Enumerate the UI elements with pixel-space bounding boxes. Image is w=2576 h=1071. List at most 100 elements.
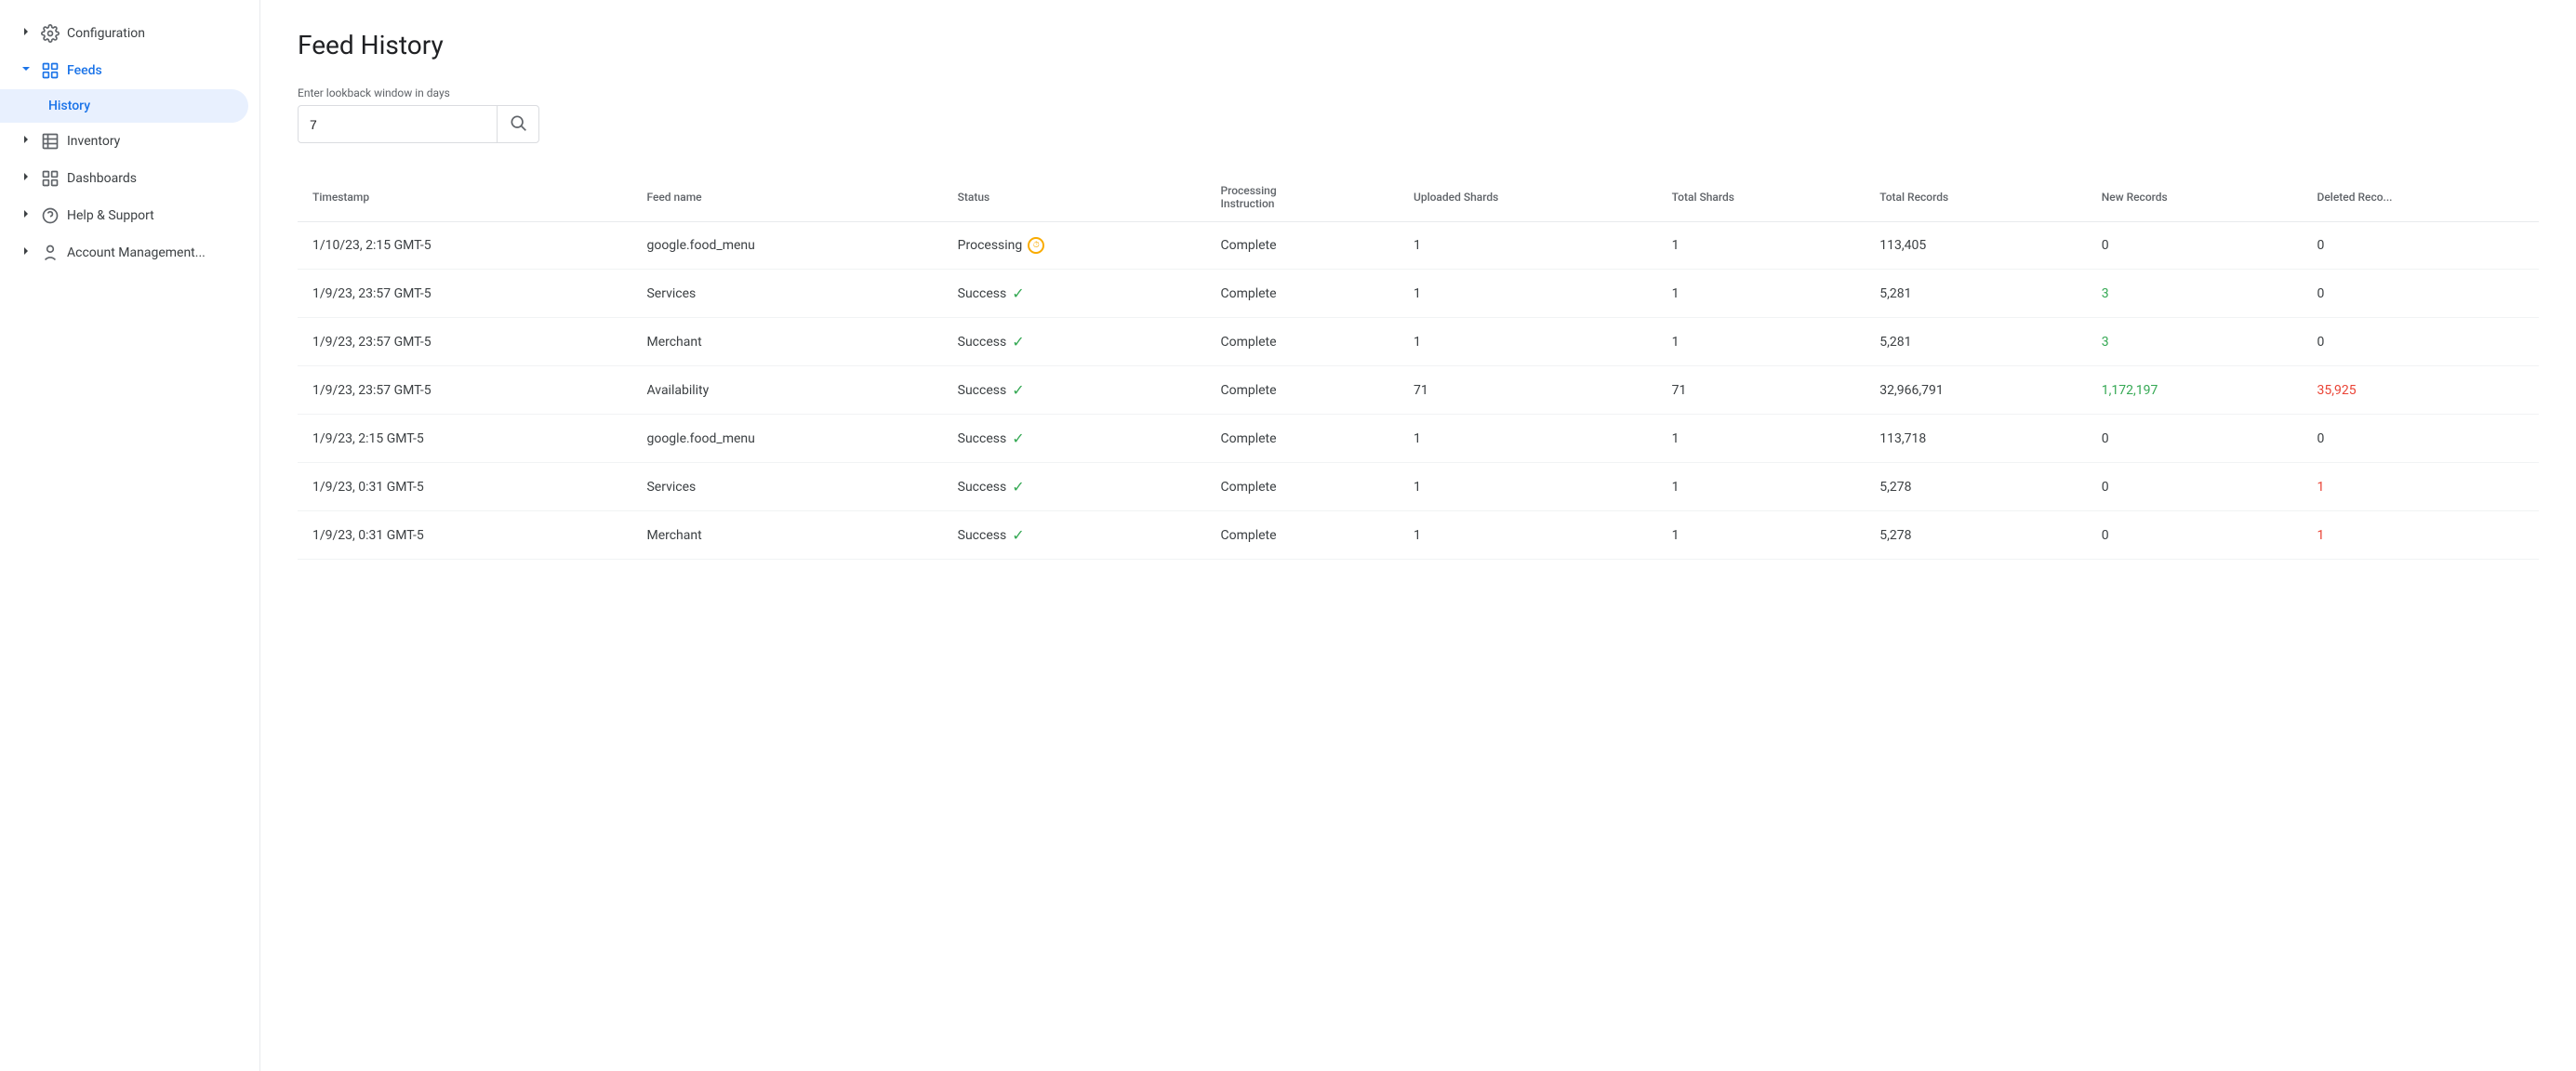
check-icon: ✓: [1012, 526, 1024, 544]
status-text: Success: [958, 480, 1007, 495]
sidebar-item-history[interactable]: History: [0, 89, 248, 123]
col-status: Status: [943, 173, 1206, 222]
sidebar: Configuration Feeds History: [0, 0, 260, 1071]
sidebar-item-feeds[interactable]: Feeds: [0, 52, 259, 89]
cell-new-records: 0: [2087, 222, 2303, 270]
sidebar-item-feeds-label: Feeds: [67, 63, 102, 78]
cell-timestamp: 1/9/23, 0:31 GMT-5: [298, 463, 631, 511]
cell-deleted-records: 35,925: [2303, 366, 2539, 415]
check-icon: ✓: [1012, 284, 1024, 302]
sidebar-item-dashboards[interactable]: Dashboards: [0, 160, 259, 197]
cell-total-records: 113,718: [1865, 415, 2087, 463]
cell-feed-name: google.food_menu: [631, 415, 942, 463]
history-label: History: [48, 99, 90, 113]
status-processing: Processing ⏱: [958, 237, 1191, 254]
cell-feed-name: Services: [631, 270, 942, 318]
check-icon: ✓: [1012, 478, 1024, 496]
status-success: Success ✓: [958, 430, 1191, 447]
check-icon: ✓: [1012, 381, 1024, 399]
table-row: 1/9/23, 23:57 GMT-5 Merchant Success ✓ C…: [298, 318, 2539, 366]
cell-uploaded-shards: 1: [1399, 222, 1657, 270]
search-button[interactable]: [497, 106, 538, 142]
cell-new-records: 1,172,197: [2087, 366, 2303, 415]
chevron-right-icon: [19, 24, 33, 43]
table-header-row: Timestamp Feed name Status ProcessingIns…: [298, 173, 2539, 222]
cell-timestamp: 1/9/23, 0:31 GMT-5: [298, 511, 631, 560]
cell-uploaded-shards: 1: [1399, 318, 1657, 366]
table-row: 1/9/23, 2:15 GMT-5 google.food_menu Succ…: [298, 415, 2539, 463]
help-icon: [41, 206, 60, 225]
gear-icon: [41, 24, 60, 43]
status-success: Success ✓: [958, 381, 1191, 399]
account-icon: [41, 244, 60, 262]
cell-total-records: 5,281: [1865, 318, 2087, 366]
cell-feed-name: google.food_menu: [631, 222, 942, 270]
chevron-down-icon: [19, 61, 33, 80]
status-text: Success: [958, 286, 1007, 301]
cell-total-records: 5,278: [1865, 511, 2087, 560]
col-total-shards: Total Shards: [1657, 173, 1866, 222]
search-container: Enter lookback window in days: [298, 86, 2539, 143]
chevron-right-icon-inventory: [19, 132, 33, 151]
cell-timestamp: 1/9/23, 23:57 GMT-5: [298, 318, 631, 366]
table-icon: [41, 132, 60, 151]
cell-processing-instruction: Complete: [1205, 366, 1398, 415]
cell-deleted-records: 0: [2303, 222, 2539, 270]
col-feed-name: Feed name: [631, 173, 942, 222]
table-row: 1/9/23, 23:57 GMT-5 Availability Success…: [298, 366, 2539, 415]
cell-timestamp: 1/9/23, 23:57 GMT-5: [298, 366, 631, 415]
status-success: Success ✓: [958, 526, 1191, 544]
sidebar-item-configuration-label: Configuration: [67, 26, 145, 41]
search-input[interactable]: [299, 108, 497, 141]
grid-icon: [41, 61, 60, 80]
cell-uploaded-shards: 1: [1399, 463, 1657, 511]
cell-uploaded-shards: 1: [1399, 511, 1657, 560]
cell-total-shards: 1: [1657, 270, 1866, 318]
col-total-records: Total Records: [1865, 173, 2087, 222]
cell-status: Success ✓: [943, 270, 1206, 318]
cell-total-records: 113,405: [1865, 222, 2087, 270]
cell-total-shards: 71: [1657, 366, 1866, 415]
sidebar-item-help[interactable]: Help & Support: [0, 197, 259, 234]
status-text: Success: [958, 431, 1007, 446]
cell-total-shards: 1: [1657, 318, 1866, 366]
cell-uploaded-shards: 1: [1399, 415, 1657, 463]
sidebar-item-configuration[interactable]: Configuration: [0, 15, 259, 52]
status-text: Processing: [958, 238, 1023, 253]
dashboard-icon: [41, 169, 60, 188]
search-input-wrapper: [298, 105, 539, 143]
sidebar-item-account[interactable]: Account Management...: [0, 234, 259, 271]
cell-deleted-records: 0: [2303, 318, 2539, 366]
status-success: Success ✓: [958, 284, 1191, 302]
clock-icon: ⏱: [1028, 237, 1044, 254]
check-icon: ✓: [1012, 333, 1024, 350]
cell-new-records: 0: [2087, 511, 2303, 560]
cell-total-shards: 1: [1657, 463, 1866, 511]
cell-deleted-records: 0: [2303, 270, 2539, 318]
chevron-right-icon-dashboards: [19, 169, 33, 188]
status-text: Success: [958, 383, 1007, 398]
cell-feed-name: Merchant: [631, 318, 942, 366]
cell-total-shards: 1: [1657, 222, 1866, 270]
cell-new-records: 0: [2087, 415, 2303, 463]
main-content: Feed History Enter lookback window in da…: [260, 0, 2576, 1071]
cell-status: Success ✓: [943, 415, 1206, 463]
cell-processing-instruction: Complete: [1205, 463, 1398, 511]
cell-processing-instruction: Complete: [1205, 318, 1398, 366]
status-success: Success ✓: [958, 333, 1191, 350]
feed-history-table: Timestamp Feed name Status ProcessingIns…: [298, 173, 2539, 560]
chevron-right-icon-account: [19, 244, 33, 262]
feeds-children: History: [0, 89, 259, 123]
cell-processing-instruction: Complete: [1205, 511, 1398, 560]
cell-deleted-records: 1: [2303, 511, 2539, 560]
cell-new-records: 3: [2087, 270, 2303, 318]
cell-timestamp: 1/9/23, 2:15 GMT-5: [298, 415, 631, 463]
sidebar-item-inventory[interactable]: Inventory: [0, 123, 259, 160]
cell-feed-name: Merchant: [631, 511, 942, 560]
cell-uploaded-shards: 1: [1399, 270, 1657, 318]
status-text: Success: [958, 528, 1007, 543]
table-wrapper: Timestamp Feed name Status ProcessingIns…: [298, 173, 2539, 560]
search-label: Enter lookback window in days: [298, 86, 2539, 99]
search-icon: [509, 113, 527, 135]
check-icon: ✓: [1012, 430, 1024, 447]
